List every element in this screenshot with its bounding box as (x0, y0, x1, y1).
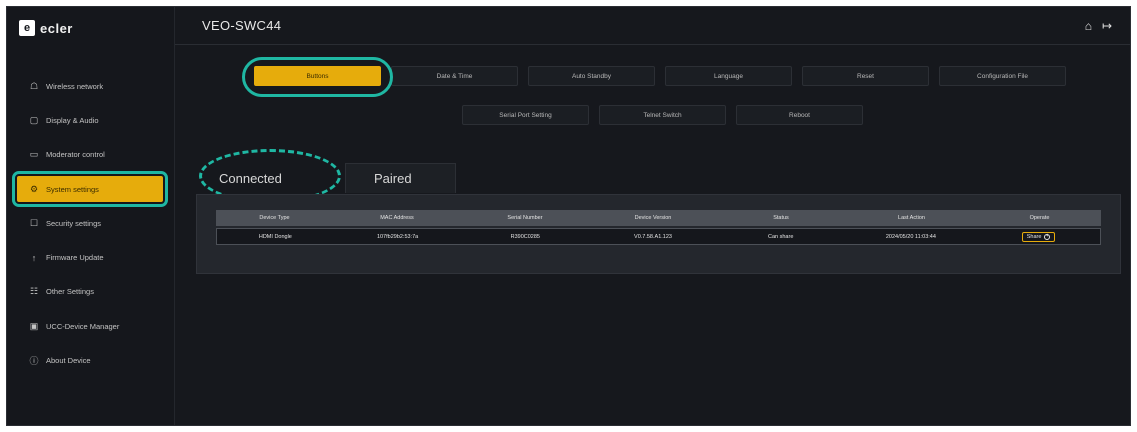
sidebar-item-label: System settings (46, 184, 99, 194)
device-icon: ▣ (29, 320, 39, 331)
lock-icon: ☐ (29, 217, 39, 228)
tab-configuration-file[interactable]: Configuration File (939, 66, 1066, 86)
col-mac-address: MAC Address (380, 215, 414, 221)
display-icon: ▢ (29, 114, 39, 125)
home-icon[interactable]: ⌂ (1085, 19, 1092, 33)
col-device-type: Device Type (259, 215, 290, 221)
network-icon: ☖ (29, 80, 39, 91)
share-button[interactable]: Share + (1021, 231, 1056, 242)
sidebar-item-moderator-control[interactable]: ▭ Moderator control (7, 138, 175, 172)
sidebar-item-label: Firmware Update (46, 253, 104, 263)
plus-circle-icon: + (1044, 233, 1051, 240)
share-button-label: Share (1026, 233, 1042, 240)
col-status: Status (773, 215, 789, 221)
cell-last-action: 2024/05/20 11:03:44 (885, 233, 936, 240)
app-window: e ecler ☖ Wireless network ▢ Display & A… (6, 6, 1131, 426)
cell-mac-address: 107fb29b2:53:7a (376, 233, 419, 240)
monitor-icon: ▭ (29, 149, 39, 160)
col-device-version: Device Version (634, 215, 672, 221)
sidebar-item-label: About Device (46, 356, 91, 366)
sidebar-item-system-settings[interactable]: ⚙ System settings (7, 170, 175, 207)
sidebar-item-firmware-update[interactable]: ↑ Firmware Update (7, 240, 175, 274)
sidebar-item-security-settings[interactable]: ☐ Security settings (7, 206, 175, 240)
tab-reset[interactable]: Reset (802, 66, 929, 86)
col-last-action: Last Action (898, 215, 925, 221)
cell-device-type: HDMI Dongle (258, 233, 292, 240)
sidebar-item-label: UCC-Device Manager (46, 321, 120, 331)
sidebar-item-label: Wireless network (46, 81, 104, 91)
sidebar-item-label: Security settings (46, 218, 102, 228)
col-serial-number: Serial Number (507, 215, 543, 221)
tab-auto-standby[interactable]: Auto Standby (528, 66, 655, 86)
tab-serial-port-setting[interactable]: Serial Port Setting (462, 105, 589, 125)
sidebar: e ecler ☖ Wireless network ▢ Display & A… (7, 7, 175, 425)
cell-device-version: V0.7.58.A1.123 (634, 233, 672, 240)
tab-buttons[interactable]: Buttons (254, 66, 381, 86)
subtab-connected[interactable]: Connected (208, 163, 328, 193)
sliders-icon: ☷ (29, 286, 39, 297)
cell-operate: Share + (977, 229, 1100, 244)
col-operate: Operate (1029, 215, 1050, 221)
sidebar-item-other-settings[interactable]: ☷ Other Settings (7, 275, 175, 309)
table-row: HDMI Dongle 107fb29b2:53:7a R390C0285 V0… (216, 228, 1101, 245)
sidebar-item-ucc-device-manager[interactable]: ▣ UCC-Device Manager (7, 309, 175, 343)
sidebar-item-label: Other Settings (46, 287, 94, 297)
top-header: VEO-SWC44 ⌂ ↦ (175, 7, 1130, 45)
tab-reboot[interactable]: Reboot (736, 105, 863, 125)
tab-date-time[interactable]: Date & Time (391, 66, 518, 86)
sidebar-item-label: Display & Audio (46, 115, 99, 125)
gear-icon: ⚙ (29, 183, 39, 194)
sidebar-item-about-device[interactable]: ⓘ About Device (7, 343, 175, 377)
brand-logo: e ecler (19, 17, 73, 39)
brand-name: ecler (40, 20, 73, 36)
devices-table: Device Type MAC Address Serial Number De… (196, 194, 1121, 274)
subtab-paired[interactable]: Paired (345, 163, 456, 193)
ecler-logo-icon: e (19, 20, 35, 36)
tab-telnet-switch[interactable]: Telnet Switch (599, 105, 726, 125)
main-content: Buttons Date & Time Auto Standby Languag… (175, 45, 1130, 425)
sidebar-nav: ☖ Wireless network ▢ Display & Audio ▭ M… (7, 69, 175, 378)
table-header: Device Type MAC Address Serial Number De… (216, 210, 1101, 226)
cell-status: Can share (768, 233, 794, 240)
tab-language[interactable]: Language (665, 66, 792, 86)
info-icon: ⓘ (29, 356, 39, 367)
sidebar-item-label: Moderator control (46, 150, 105, 160)
header-actions: ⌂ ↦ (1085, 19, 1112, 33)
upload-icon: ↑ (31, 252, 37, 263)
sidebar-item-wireless-network[interactable]: ☖ Wireless network (7, 69, 175, 103)
page-title: VEO-SWC44 (202, 18, 282, 33)
logout-icon[interactable]: ↦ (1102, 19, 1112, 33)
cell-serial-number: R390C0285 (510, 233, 540, 240)
sidebar-item-display-audio[interactable]: ▢ Display & Audio (7, 103, 175, 137)
